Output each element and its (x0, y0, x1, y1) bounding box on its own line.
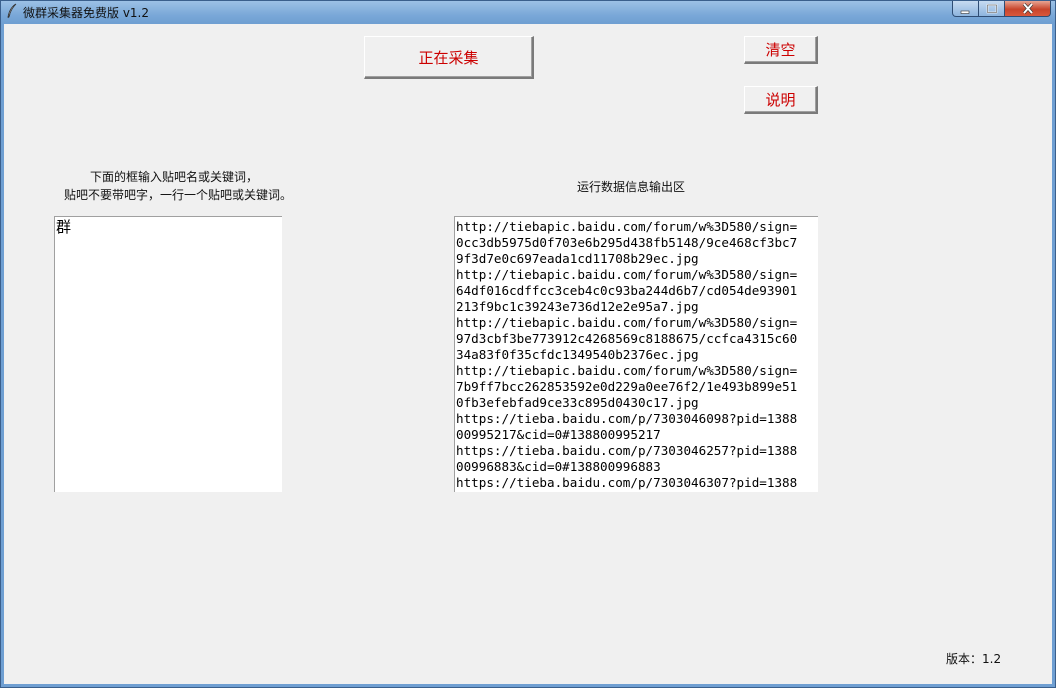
output-line: http://tiebapic.baidu.com/forum/w%3D580/… (456, 315, 798, 330)
output-line: http://tiebapic.baidu.com/forum/w%3D580/… (456, 363, 798, 378)
close-button[interactable] (1005, 1, 1051, 17)
output-line: 34a83f0f35cfdc1349540b2376ec.jpg (456, 347, 699, 362)
app-window: 微群采集器免费版 v1.2 正在采集 清空 说明 下面的框输入贴吧名或关键词， … (0, 0, 1056, 688)
input-instructions: 下面的框输入贴吧名或关键词， 贴吧不要带吧字，一行一个贴吧或关键词。 (64, 168, 293, 204)
clear-button-label: 清空 (765, 41, 796, 59)
output-line: http://tiebapic.baidu.com/forum/w%3D580/… (456, 219, 798, 234)
keyword-input-value: 群 (56, 218, 72, 236)
collect-button[interactable]: 正在采集 (364, 36, 534, 79)
minimize-icon (960, 0, 971, 18)
clear-button[interactable]: 清空 (744, 36, 818, 64)
output-line: https://tieba.baidu.com/p/7303046307?pid… (456, 475, 798, 490)
output-line: 64df016cdffcc3ceb4c0c93ba244d6b7/cd054de… (456, 283, 798, 298)
output-line: 00995217&cid=0#138800995217 (456, 427, 661, 442)
help-button[interactable]: 说明 (744, 86, 818, 114)
output-line: 97d3cbf3be773912c4268569c8188675/ccfca43… (456, 331, 798, 346)
maximize-button[interactable] (979, 1, 1005, 17)
output-line: http://tiebapic.baidu.com/forum/w%3D580/… (456, 267, 798, 282)
version-label: 版本：1.2 (946, 652, 1002, 666)
client-area: 正在采集 清空 说明 下面的框输入贴吧名或关键词， 贴吧不要带吧字，一行一个贴吧… (4, 24, 1052, 684)
output-heading: 运行数据信息输出区 (576, 180, 685, 194)
output-line: 0fb3efebfad9ce33c895d0430c17.jpg (456, 395, 699, 410)
window-controls (952, 1, 1051, 17)
output-lines: http://tiebapic.baidu.com/forum/w%3D580/… (456, 219, 817, 491)
output-log[interactable]: http://tiebapic.baidu.com/forum/w%3D580/… (454, 216, 818, 492)
output-line: 9f3d7e0c697eada1cd11708b29ec.jpg (456, 251, 699, 266)
feather-icon (5, 3, 19, 19)
output-line: https://tieba.baidu.com/p/7303046257?pid… (456, 443, 798, 458)
help-button-label: 说明 (765, 91, 796, 109)
output-line: 00996883&cid=0#138800996883 (456, 459, 661, 474)
maximize-icon (986, 0, 998, 18)
window-title: 微群采集器免费版 v1.2 (23, 6, 150, 20)
output-line: 0cc3db5975d0f703e6b295d438fb5148/9ce468c… (456, 235, 798, 250)
output-line: https://tieba.baidu.com/p/7303046098?pid… (456, 411, 798, 426)
minimize-button[interactable] (952, 1, 979, 17)
instruction-line-1: 下面的框输入贴吧名或关键词， (89, 170, 258, 184)
instruction-line-2: 贴吧不要带吧字，一行一个贴吧或关键词。 (64, 188, 293, 202)
collect-button-label: 正在采集 (418, 48, 479, 67)
output-line: 7b9ff7bcc262853592e0d229a0ee76f2/1e493b8… (456, 379, 798, 394)
close-icon (1022, 0, 1034, 18)
title-bar[interactable]: 微群采集器免费版 v1.2 (1, 1, 1055, 23)
keyword-input[interactable]: 群 (54, 216, 282, 492)
output-line: 213f9bc1c39243e736d12e2e95a7.jpg (456, 299, 699, 314)
